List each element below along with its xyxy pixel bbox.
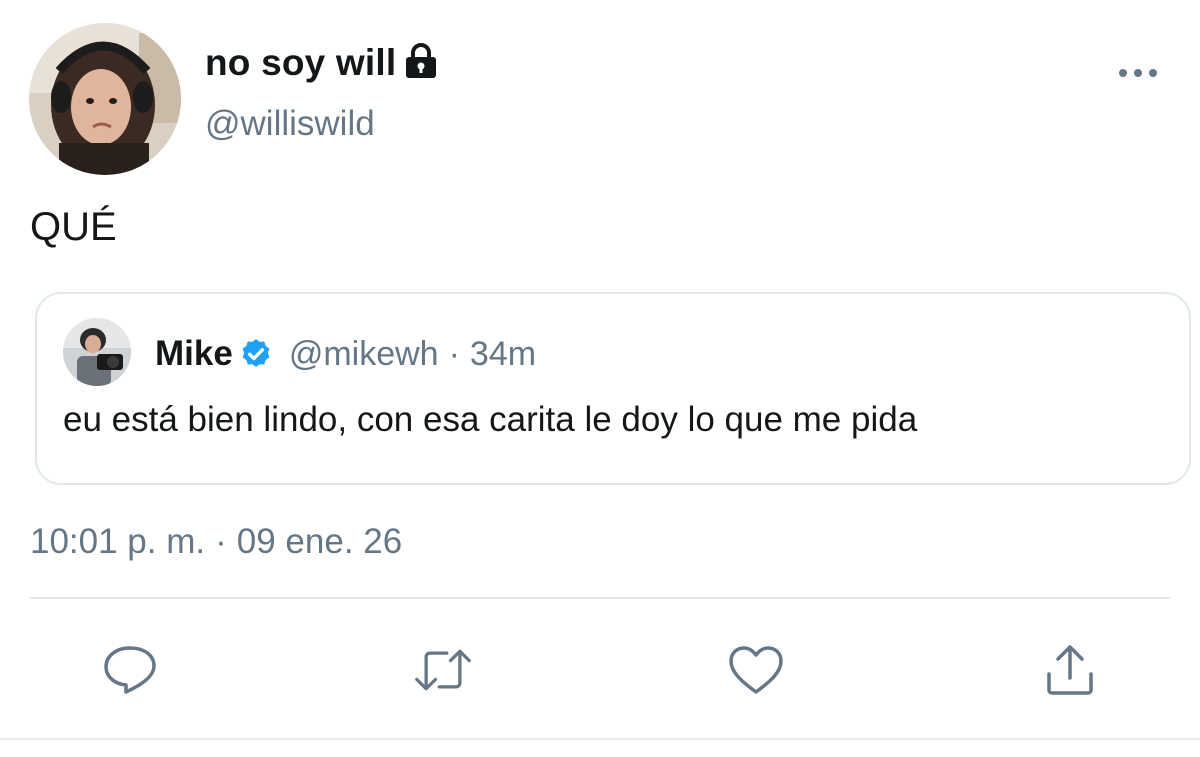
reply-icon (104, 646, 156, 694)
tweet-timestamp[interactable]: 10:01 p. m. · 09 ene. 26 (30, 522, 402, 562)
bottom-divider (0, 738, 1200, 740)
verified-badge-icon (239, 337, 273, 371)
quoted-relative-time: 34m (469, 334, 537, 373)
heart-icon (729, 646, 783, 694)
quoted-author-name: Mike (155, 334, 233, 373)
timestamp-separator: · (215, 522, 227, 561)
author-name-row: no soy will (205, 40, 438, 86)
timestamp-date: 09 ene. 26 (236, 522, 403, 561)
divider (30, 597, 1170, 599)
quoted-author-handle: @mikewh (288, 334, 439, 373)
reply-button[interactable] (100, 640, 160, 700)
more-options-button[interactable] (1110, 58, 1166, 88)
like-button[interactable] (726, 640, 786, 700)
quoted-tweet-card[interactable]: Mike @mikewh · 34m eu está bien lindo, c… (35, 292, 1191, 485)
author-handle[interactable]: @williswild (205, 104, 375, 144)
quoted-tweet-header: Mike @mikewh · 34m (155, 332, 536, 376)
tweet: no soy will @williswild QUÉ Mike @mikewh… (0, 0, 1200, 757)
quoted-author-avatar (63, 318, 131, 386)
more-horizontal-icon (1119, 69, 1157, 77)
author-avatar[interactable] (29, 23, 181, 175)
share-icon (1047, 645, 1093, 695)
retweet-icon (415, 649, 471, 691)
tweet-text: QUÉ (30, 205, 117, 249)
timestamp-time: 10:01 p. m. (30, 522, 206, 561)
quoted-separator: · (448, 334, 460, 373)
lock-icon (404, 43, 438, 79)
retweet-button[interactable] (413, 640, 473, 700)
share-button[interactable] (1040, 640, 1100, 700)
quoted-tweet-text: eu está bien lindo, con esa carita le do… (63, 400, 918, 439)
author-display-name[interactable]: no soy will (205, 42, 396, 84)
